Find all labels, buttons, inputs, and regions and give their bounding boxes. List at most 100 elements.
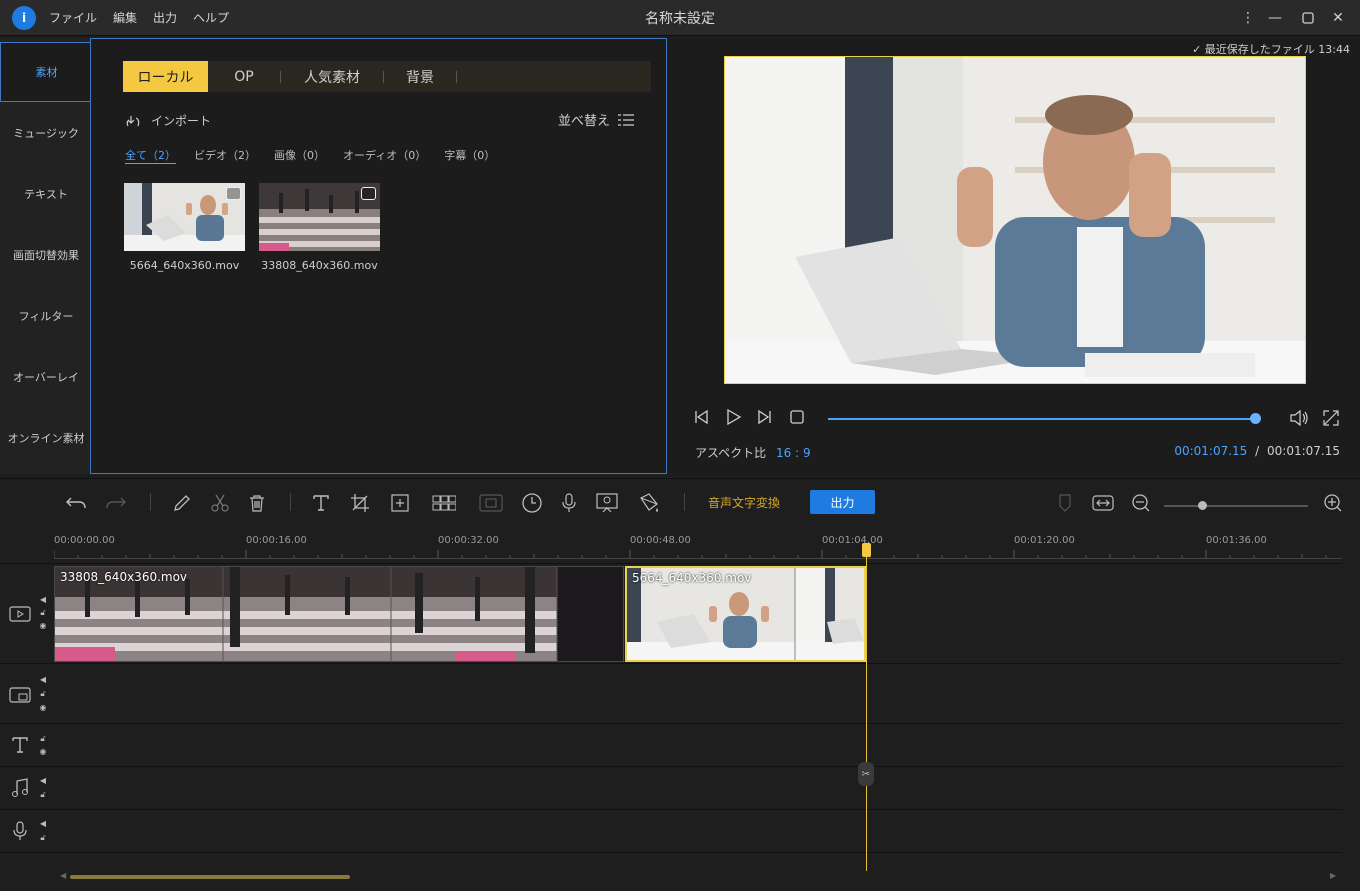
crop-icon[interactable] <box>348 491 372 515</box>
video-preview[interactable] <box>724 56 1306 384</box>
tab-popular[interactable]: 人気素材 <box>281 61 383 92</box>
tab-background[interactable]: 背景 <box>384 61 456 92</box>
mosaic-icon[interactable] <box>432 491 456 515</box>
speech-to-text-button[interactable]: 音声文字変換 <box>708 494 780 511</box>
zoom-in-icon[interactable] <box>1321 491 1345 515</box>
tab-op[interactable]: OP <box>208 61 280 92</box>
eye-icon[interactable]: ◉ <box>38 704 48 712</box>
video-track-icon <box>8 603 32 625</box>
undo-icon[interactable] <box>64 491 88 515</box>
menu-edit[interactable]: 編集 <box>113 9 137 26</box>
screen-record-icon[interactable] <box>595 491 619 515</box>
lock-icon[interactable]: 🔓︎ <box>38 735 48 743</box>
nav-item-filters[interactable]: フィルター <box>0 286 92 346</box>
nav-item-music[interactable]: ミュージック <box>0 103 92 163</box>
filter-image[interactable]: 画像（0） <box>274 147 325 164</box>
tab-local[interactable]: ローカル <box>123 61 208 92</box>
filter-bar: 全て（2） ビデオ（2） 画像（0） オーディオ（0） 字幕（0） <box>125 147 495 164</box>
lock-icon[interactable]: 🔓︎ <box>38 834 48 842</box>
nav-item-online[interactable]: オンライン素材 <box>0 408 92 468</box>
nav-item-text[interactable]: テキスト <box>0 164 92 224</box>
edit-pencil-icon[interactable] <box>170 491 194 515</box>
nav-item-label: オンライン素材 <box>7 432 85 445</box>
delete-icon[interactable] <box>245 491 269 515</box>
nav-item-overlay[interactable]: オーバーレイ <box>0 347 92 407</box>
ruler-tick-label: 00:01:36.00 <box>1206 535 1267 546</box>
progress-handle[interactable] <box>1250 413 1261 424</box>
nav-item-transitions[interactable]: 画面切替効果 <box>0 225 92 285</box>
split-scissors-icon[interactable]: ✂ <box>858 762 874 786</box>
playhead-line <box>866 543 867 871</box>
close-icon[interactable]: ✕ <box>1326 6 1350 30</box>
zoom-slider[interactable] <box>1164 501 1308 510</box>
timeline-scrollbar[interactable] <box>70 875 350 879</box>
media-item[interactable]: 5664_640x360.mov <box>124 183 245 272</box>
scroll-right-icon[interactable]: ▶ <box>1330 871 1336 880</box>
redo-icon[interactable] <box>104 491 128 515</box>
scissors-icon[interactable] <box>208 491 232 515</box>
more-vertical-icon[interactable]: ⋮ <box>1236 6 1260 30</box>
maximize-icon[interactable] <box>1296 6 1320 30</box>
media-panel: ローカル OP 人気素材 背景 インポート 並べ替え 全て（2） ビデオ（2） … <box>90 38 667 474</box>
lock-icon[interactable]: 🔓︎ <box>38 791 48 799</box>
track-header: ◀ 🔓︎ <box>0 810 52 852</box>
import-button[interactable]: インポート <box>125 112 211 129</box>
fullscreen-icon[interactable] <box>1322 409 1340 427</box>
timeline-clip[interactable]: 33808_640x360.mov <box>54 566 624 662</box>
prev-frame-icon[interactable] <box>692 408 710 426</box>
clip-name: 5664_640x360.mov <box>632 571 752 585</box>
minimize-icon[interactable]: — <box>1263 6 1287 30</box>
speaker-icon[interactable]: ◀ <box>38 676 48 684</box>
next-frame-icon[interactable] <box>756 408 774 426</box>
menu-help[interactable]: ヘルプ <box>193 9 229 26</box>
filter-video[interactable]: ビデオ（2） <box>194 147 256 164</box>
fit-timeline-icon[interactable] <box>1091 491 1115 515</box>
media-thumbnail <box>124 183 245 251</box>
microphone-icon[interactable] <box>557 491 581 515</box>
scroll-left-icon[interactable]: ◀ <box>60 871 66 880</box>
title-bar: i ファイル 編集 出力 ヘルプ 名称未設定 ⋮ — ✕ <box>0 0 1360 36</box>
text-track-icon <box>8 734 32 756</box>
zoom-out-icon[interactable] <box>1129 491 1153 515</box>
ruler-tick-label: 00:00:32.00 <box>438 535 499 546</box>
sort-button[interactable]: 並べ替え <box>558 110 634 129</box>
volume-icon[interactable] <box>1289 409 1308 427</box>
eye-icon[interactable]: ◉ <box>38 748 48 756</box>
freeze-frame-icon[interactable] <box>479 491 503 515</box>
play-icon[interactable] <box>724 408 742 426</box>
playback-progress[interactable] <box>828 413 1261 424</box>
lock-icon[interactable]: 🔓︎ <box>38 609 48 617</box>
resize-icon[interactable] <box>388 491 412 515</box>
filter-all[interactable]: 全て（2） <box>125 147 176 164</box>
menu-export[interactable]: 出力 <box>153 9 177 26</box>
ruler-baseline <box>54 558 1342 559</box>
eye-icon[interactable]: ◉ <box>38 622 48 630</box>
clip-name: 33808_640x360.mov <box>60 570 188 584</box>
nav-item-media[interactable]: 素材 <box>0 42 92 102</box>
timeline-clip-selected[interactable]: 5664_640x360.mov <box>625 566 866 662</box>
speaker-icon[interactable]: ◀ <box>38 777 48 785</box>
overlay-track-icon <box>8 684 32 706</box>
text-icon[interactable] <box>309 491 333 515</box>
zoom-slider-handle[interactable] <box>1198 501 1207 510</box>
filter-audio[interactable]: オーディオ（0） <box>343 147 426 164</box>
check-circle-icon: ✓ <box>1192 43 1202 56</box>
menu-file[interactable]: ファイル <box>49 9 97 26</box>
ruler-tick-label: 00:01:20.00 <box>1014 535 1075 546</box>
app-logo-icon: i <box>12 6 36 30</box>
stop-icon[interactable] <box>788 408 806 426</box>
timeline-ruler[interactable]: 00:00:00.00 00:00:16.00 00:00:32.00 00:0… <box>0 530 1360 562</box>
speed-clock-icon[interactable] <box>520 491 544 515</box>
color-fill-icon[interactable] <box>637 491 661 515</box>
media-item[interactable]: 33808_640x360.mov <box>259 183 380 272</box>
playback-controls <box>692 408 806 426</box>
filter-subtitle[interactable]: 字幕（0） <box>444 147 495 164</box>
lock-icon[interactable]: 🔓︎ <box>38 690 48 698</box>
marker-icon[interactable] <box>1053 491 1077 515</box>
export-button[interactable]: 出力 <box>810 490 875 514</box>
speaker-icon[interactable]: ◀ <box>38 596 48 604</box>
playhead-handle[interactable] <box>862 543 871 557</box>
speaker-icon[interactable]: ◀ <box>38 820 48 828</box>
video-track: ◀ 🔓︎ ◉ 33808_640x360.mov 5664_640x360.mo… <box>0 563 1342 663</box>
aspect-ratio[interactable]: アスペクト比 16 : 9 <box>695 444 811 461</box>
